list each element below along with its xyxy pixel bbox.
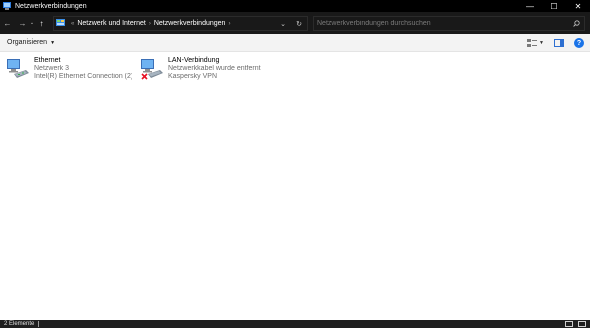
breadcrumb-item-netzwerk-und-internet[interactable]: Netzwerk und Internet (77, 20, 145, 27)
preview-pane-icon (554, 39, 564, 47)
up-button[interactable]: ↑ (36, 16, 47, 30)
help-button[interactable]: ? (574, 38, 584, 48)
item-count: 2 Elemente (4, 321, 35, 327)
tiles-view-icon[interactable] (578, 321, 586, 327)
breadcrumb-overflow[interactable]: « (71, 21, 74, 27)
breadcrumb-separator[interactable]: › (149, 21, 151, 27)
view-options-button[interactable] (527, 38, 538, 48)
connections-list: Ethernet Netzwerk 3 Intel(R) Ethernet Co… (0, 52, 590, 320)
window-controls: — ☐ ✕ (518, 0, 590, 12)
maximize-button[interactable]: ☐ (542, 0, 566, 12)
status-bar: 2 Elemente (0, 320, 590, 328)
address-dropdown-button[interactable]: ⌄ (275, 17, 291, 30)
list-item-lan-verbindung[interactable]: LAN-Verbindung Netzwerkkabel wurde entfe… (134, 56, 264, 86)
control-panel-icon (56, 19, 65, 26)
window-title: Netzwerkverbindungen (15, 2, 87, 10)
item-adapter: Kaspersky VPN (168, 73, 218, 81)
item-name: Ethernet (34, 57, 61, 64)
back-button[interactable]: ← (2, 16, 13, 30)
recent-locations-button[interactable]: ⌄ (28, 16, 36, 30)
refresh-button[interactable]: ↻ (291, 17, 307, 30)
view-options-dropdown[interactable]: ▼ (539, 40, 544, 46)
network-connections-icon (3, 2, 11, 10)
minimize-button[interactable]: — (518, 0, 542, 12)
organize-menu-button[interactable]: Organisieren ▼ (7, 39, 55, 46)
close-button[interactable]: ✕ (566, 0, 590, 12)
item-adapter: Intel(R) Ethernet Connection (2) I... (34, 73, 132, 81)
status-divider (38, 321, 40, 327)
chevron-down-icon: ▼ (50, 39, 56, 46)
organize-label: Organisieren (7, 39, 48, 46)
item-network: Netzwerk 3 (34, 65, 70, 73)
breadcrumb-item-netzwerkverbindungen[interactable]: Netzwerkverbindungen (154, 20, 226, 27)
search-input[interactable] (317, 20, 567, 27)
search-box[interactable] (313, 16, 585, 31)
list-item-ethernet[interactable]: Ethernet Netzwerk 3 Intel(R) Ethernet Co… (0, 56, 132, 86)
view-tiles-icon (527, 39, 538, 47)
title-bar: Netzwerkverbindungen — ☐ ✕ (0, 0, 590, 12)
breadcrumb[interactable]: « Netzwerk und Internet › Netzwerkverbin… (53, 16, 308, 31)
address-bar: ← → ⌄ ↑ « Netzwerk und Internet › Netzwe… (0, 12, 590, 34)
search-icon[interactable] (573, 20, 580, 27)
item-name: LAN-Verbindung (168, 57, 220, 64)
network-adapter-icon (140, 57, 164, 83)
command-bar: Organisieren ▼ ▼ ? (0, 34, 590, 52)
network-adapter-icon (6, 57, 30, 83)
details-view-icon[interactable] (565, 321, 573, 327)
breadcrumb-separator[interactable]: › (228, 21, 230, 27)
error-x-icon (141, 73, 148, 80)
forward-button[interactable]: → (17, 16, 28, 30)
item-network: Netzwerkkabel wurde entfernt (168, 65, 261, 73)
preview-pane-button[interactable] (554, 38, 564, 48)
